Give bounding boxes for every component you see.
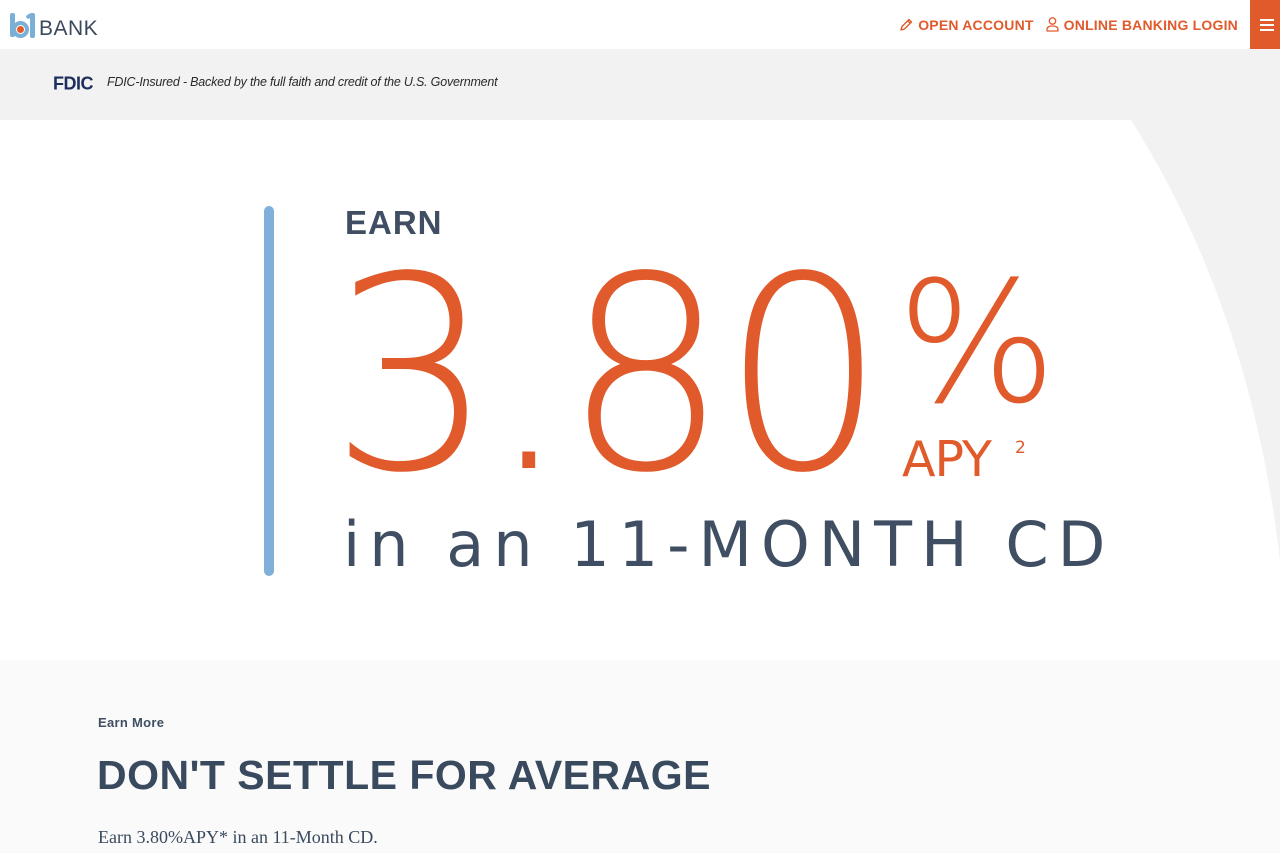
hero-banner: EARN 3.80 % APY 2 in an 11-MONTH CD [0,120,1280,660]
earn-more-section: Earn More DON'T SETTLE FOR AVERAGE Earn … [0,660,1280,853]
site-header: BANK OPEN ACCOUNT ONLINE BANKING LOGIN [0,0,1280,49]
hero-term-text: in an 11-MONTH CD [343,508,1115,581]
fdic-notice-bar: FDIC FDIC-Insured - Backed by the full f… [0,49,1280,120]
section-eyebrow: Earn More [98,715,165,730]
user-icon [1046,17,1059,32]
hero-apy-footnote: 2 [1015,438,1026,458]
open-account-link[interactable]: OPEN ACCOUNT [899,17,1033,33]
open-account-label: OPEN ACCOUNT [918,16,1034,33]
section-body-text: Earn 3.80%APY* in an 11-Month CD. [98,827,378,847]
hamburger-menu-button[interactable] [1250,0,1280,49]
header-nav: OPEN ACCOUNT ONLINE BANKING LOGIN [899,0,1238,49]
fdic-notice-text: FDIC-Insured - Backed by the full faith … [107,75,498,89]
online-banking-login-link[interactable]: ONLINE BANKING LOGIN [1046,17,1238,33]
b1-logo-mark-icon [10,12,36,39]
hamburger-menu-icon [1260,18,1274,31]
logo-text: BANK [39,17,99,40]
b1bank-logo[interactable]: BANK [10,11,98,39]
decorative-curve [1131,120,1280,660]
hero-rate: 3.80 [330,220,886,532]
hero-percent-sign: % [897,245,1057,441]
hero-accent-bar [264,206,274,576]
pencil-icon [899,18,913,32]
section-title: DON'T SETTLE FOR AVERAGE [97,752,711,798]
hero-apy-label: APY [902,431,992,488]
online-banking-login-label: ONLINE BANKING LOGIN [1063,16,1238,33]
fdic-logo: FDIC [53,72,94,94]
